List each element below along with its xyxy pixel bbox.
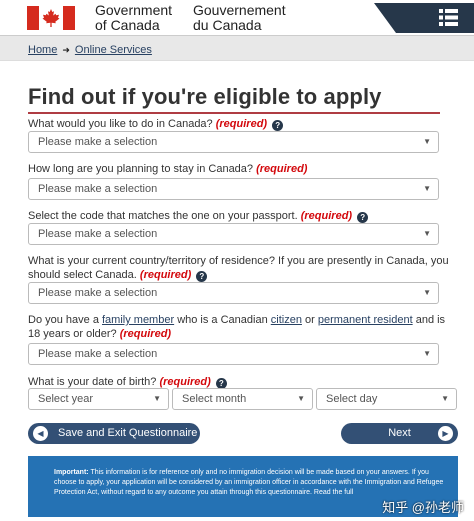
dob-day-select[interactable]: Select day ▼ [316, 388, 457, 410]
select-placeholder: Please make a selection [38, 348, 158, 360]
select-placeholder: Please make a selection [38, 228, 158, 240]
breadcrumb: Home ➜ Online Services [28, 44, 152, 56]
flag-left-bar [27, 6, 39, 30]
question-passport-code-label: Select the code that matches the one on … [28, 210, 298, 222]
family-member-select[interactable]: Please make a selection ▼ [28, 343, 439, 365]
government-of-canada-wordmark: Government of Canada [95, 3, 172, 33]
help-icon[interactable]: ? [272, 120, 284, 131]
chevron-down-icon: ▼ [297, 394, 305, 403]
required-marker: (required) [300, 210, 353, 222]
question-duration-label: How long are you planning to stay in Can… [28, 163, 254, 175]
maple-leaf-icon [42, 9, 60, 27]
gov-en-line2: of Canada [95, 17, 160, 33]
page-title: Find out if you're eligible to apply [28, 84, 382, 109]
menu-area [374, 3, 474, 33]
chevron-down-icon: ▼ [441, 394, 449, 403]
chevron-down-icon: ▼ [153, 394, 161, 403]
flag-right-bar [63, 6, 75, 30]
chevron-down-icon: ▼ [423, 137, 431, 146]
watermark: 知乎 @孙老师 [382, 500, 464, 515]
citizen-link[interactable]: citizen [271, 314, 302, 326]
question-date-of-birth: What is your date of birth? (required) ? [28, 375, 458, 389]
save-and-exit-button[interactable]: ◀ Save and Exit Questionnaire [28, 423, 200, 444]
help-icon[interactable]: ? [196, 271, 208, 282]
arrow-left-icon: ◀ [33, 426, 48, 441]
next-button[interactable]: Next ▶ [341, 423, 458, 444]
breadcrumb-home-link[interactable]: Home [28, 44, 57, 56]
arrow-right-icon: ➜ [62, 44, 70, 55]
required-marker: (required) [215, 118, 268, 130]
select-placeholder: Please make a selection [38, 287, 158, 299]
gov-en-line1: Government [95, 2, 173, 18]
question-activity-label: What would you like to do in Canada? [28, 118, 213, 130]
next-label: Next [388, 427, 411, 439]
breadcrumb-online-services-link[interactable]: Online Services [75, 44, 152, 56]
chevron-down-icon: ▼ [423, 288, 431, 297]
select-placeholder: Please make a selection [38, 136, 158, 148]
question-residence-label: What is your current country/territory o… [28, 255, 449, 281]
notice-text: This information is for reference only a… [54, 469, 444, 496]
residence-select[interactable]: Please make a selection ▼ [28, 282, 439, 304]
question-dob-label: What is your date of birth? [28, 376, 157, 388]
q5-text-pre: Do you have a [28, 314, 99, 326]
chevron-down-icon: ▼ [423, 229, 431, 238]
menu-stripe [374, 3, 396, 33]
q5-text-mid2: or [305, 314, 315, 326]
menu-grid-icon [439, 9, 458, 26]
chevron-down-icon: ▼ [423, 184, 431, 193]
arrow-right-icon: ▶ [438, 426, 453, 441]
notice-important-label: Important: [54, 469, 89, 476]
save-and-exit-label: Save and Exit Questionnaire [58, 427, 198, 439]
required-marker: (required) [139, 269, 192, 281]
required-marker: (required) [119, 328, 172, 340]
family-member-link[interactable]: family member [102, 314, 174, 326]
chevron-down-icon: ▼ [423, 349, 431, 358]
question-activity: What would you like to do in Canada? (re… [28, 117, 458, 131]
permanent-resident-link[interactable]: permanent resident [318, 314, 413, 326]
select-day-placeholder: Select day [326, 393, 378, 405]
question-duration: How long are you planning to stay in Can… [28, 162, 458, 176]
question-residence: What is your current country/territory o… [28, 254, 453, 282]
select-placeholder: Please make a selection [38, 183, 158, 195]
select-month-placeholder: Select month [182, 393, 247, 405]
required-marker: (required) [256, 163, 308, 175]
passport-code-select[interactable]: Please make a selection ▼ [28, 223, 439, 245]
menu-button[interactable] [396, 3, 474, 33]
dob-year-select[interactable]: Select year ▼ [28, 388, 169, 410]
question-passport-code: Select the code that matches the one on … [28, 209, 458, 223]
gov-fr-line2: du Canada [193, 17, 262, 33]
activity-select[interactable]: Please make a selection ▼ [28, 131, 439, 153]
select-year-placeholder: Select year [38, 393, 94, 405]
q5-text-mid1: who is a Canadian [177, 314, 268, 326]
required-marker: (required) [159, 376, 211, 388]
help-icon[interactable]: ? [357, 212, 369, 223]
dob-month-select[interactable]: Select month ▼ [172, 388, 313, 410]
gouvernement-du-canada-wordmark: Gouvernement du Canada [193, 3, 286, 33]
duration-select[interactable]: Please make a selection ▼ [28, 178, 439, 200]
site-header: Government of Canada Gouvernement du Can… [0, 0, 474, 36]
canada-flag-logo[interactable] [27, 6, 75, 30]
title-underline [28, 112, 440, 114]
question-family-member: Do you have a family member who is a Can… [28, 313, 458, 341]
gov-fr-line1: Gouvernement [193, 2, 286, 18]
